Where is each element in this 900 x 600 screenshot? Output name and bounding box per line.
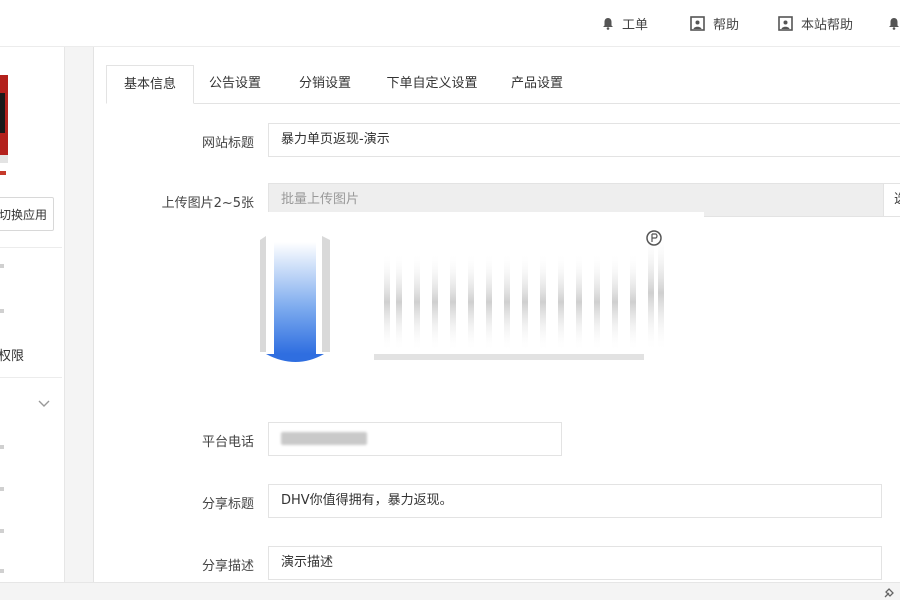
help-icon <box>778 15 793 31</box>
sidebar-item-marker <box>0 264 4 268</box>
pin-icon[interactable] <box>882 585 896 600</box>
site-title-label: 网站标题 <box>201 136 254 151</box>
admin-page: 工单 帮助 本站帮助 切换应用 权限 基本信息 公告设置 分销设置 下单自定义设… <box>0 0 900 600</box>
platform-phone-input[interactable] <box>268 422 562 456</box>
ticket-link-label: 工单 <box>622 17 649 33</box>
share-desc-label: 分享描述 <box>201 559 254 574</box>
sidebar-item-label: 权限 <box>0 349 25 364</box>
platform-phone-label: 平台电话 <box>201 435 254 450</box>
help-link[interactable]: 帮助 <box>690 12 739 34</box>
ticket-link[interactable]: 工单 <box>602 12 648 34</box>
settings-tabs: 基本信息 公告设置 分销设置 下单自定义设置 产品设置 <box>106 65 900 104</box>
bottom-bar <box>0 582 900 600</box>
upload-select-button[interactable]: 选 <box>883 183 900 217</box>
sidebar-item-marker <box>0 445 4 449</box>
sidebar-divider <box>0 377 62 378</box>
upload-images-label: 上传图片2~5张 <box>161 196 254 211</box>
site-help-link[interactable]: 本站帮助 <box>778 12 853 34</box>
help-link-label: 帮助 <box>713 17 740 33</box>
switch-app-label: 切换应用 <box>0 207 47 222</box>
tab-distribution[interactable]: 分销设置 <box>292 65 358 103</box>
sidebar-item-marker <box>0 309 4 313</box>
notification-link[interactable] <box>888 12 900 34</box>
tab-announcement[interactable]: 公告设置 <box>202 65 268 103</box>
tab-basic-info[interactable]: 基本信息 <box>106 65 194 104</box>
share-desc-input[interactable]: 演示描述 <box>268 546 882 580</box>
switch-app-button[interactable]: 切换应用 <box>0 197 54 231</box>
app-logo <box>0 75 8 197</box>
watermark-overlay <box>244 212 724 396</box>
bell-icon <box>888 17 900 30</box>
sidebar-gutter <box>65 47 93 582</box>
tab-product[interactable]: 产品设置 <box>504 65 570 103</box>
help-icon <box>690 15 705 31</box>
site-help-link-label: 本站帮助 <box>801 17 854 33</box>
bell-icon <box>602 17 614 30</box>
sidebar-item-marker <box>0 487 4 491</box>
tab-order-custom[interactable]: 下单自定义设置 <box>378 65 486 103</box>
chevron-down-icon[interactable] <box>38 393 50 412</box>
upload-select-label: 选 <box>894 192 900 207</box>
share-title-input[interactable]: DHV你值得拥有，暴力返现。 <box>268 484 882 518</box>
sidebar-divider <box>0 247 62 248</box>
site-title-input[interactable]: 暴力单页返现-演示 <box>268 123 900 157</box>
sidebar-item-marker <box>0 569 4 573</box>
sidebar: 切换应用 权限 <box>0 47 65 582</box>
top-bar: 工单 帮助 本站帮助 <box>0 0 900 47</box>
share-title-label: 分享标题 <box>201 497 254 512</box>
sidebar-item-marker <box>0 529 4 533</box>
sidebar-item-permissions[interactable]: 权限 <box>0 345 24 364</box>
blurred-phone-value <box>281 432 367 445</box>
